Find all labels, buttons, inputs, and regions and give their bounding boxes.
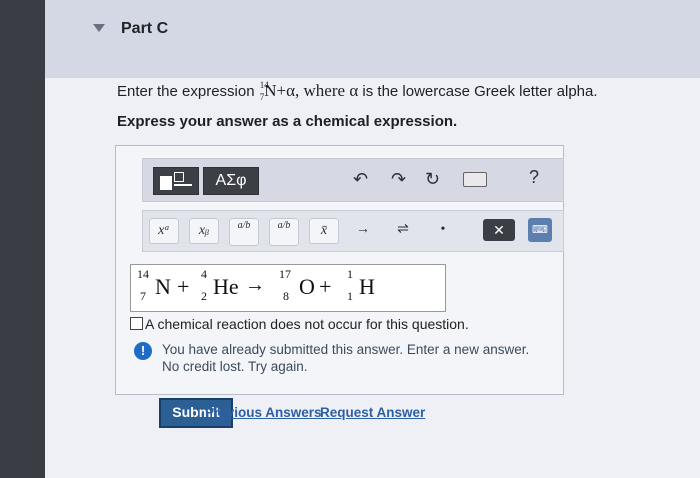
question-suffix: is the lowercase Greek letter alpha. bbox=[358, 83, 598, 100]
question-panel: Part C Enter the expression 147N+α, wher… bbox=[45, 0, 700, 478]
question-text: Enter the expression 147N+α, where α is … bbox=[117, 80, 598, 102]
term3-symbol: O bbox=[299, 274, 315, 299]
nuclide-symbol: N bbox=[264, 81, 277, 100]
collapse-caret-icon[interactable] bbox=[93, 24, 105, 32]
reaction-arrow-button[interactable]: → bbox=[349, 218, 377, 242]
keyboard-toggle-button[interactable]: ⌨ bbox=[528, 218, 552, 242]
term4-number: 1 bbox=[347, 289, 353, 303]
term4-mass: 1 bbox=[347, 267, 353, 281]
info-alert-icon: ! bbox=[134, 342, 152, 360]
templates-button[interactable] bbox=[153, 167, 199, 195]
feedback-message: You have already submitted this answer. … bbox=[162, 341, 542, 375]
answer-input[interactable]: 14 7 N + 4 2 He → 17 8 O + 1 1 H bbox=[130, 264, 446, 312]
part-title: Part C bbox=[121, 20, 169, 37]
plus-2: + bbox=[319, 274, 332, 299]
question-instruction: Express your answer as a chemical expres… bbox=[117, 113, 458, 130]
nuclide-expression: 147N+α, where bbox=[259, 80, 350, 102]
term2-number: 2 bbox=[201, 289, 207, 303]
help-button[interactable]: ? bbox=[529, 167, 539, 188]
part-header[interactable]: Part C bbox=[45, 0, 700, 78]
undo-icon[interactable]: ↶ bbox=[353, 169, 368, 190]
feedback-line-2: No credit lost. Try again. bbox=[162, 359, 308, 374]
redo-icon[interactable]: ↷ bbox=[391, 169, 406, 190]
term4-symbol: H bbox=[359, 274, 375, 299]
greek-letters-button[interactable]: ΑΣφ bbox=[203, 167, 259, 195]
template-superscript-icon bbox=[174, 172, 184, 182]
question-prefix: Enter the expression bbox=[117, 83, 259, 100]
term3-mass: 17 bbox=[279, 267, 291, 281]
template-line-icon bbox=[174, 184, 192, 186]
reset-icon[interactable]: ↻ bbox=[425, 169, 440, 190]
fraction-button[interactable]: a/b bbox=[229, 218, 259, 246]
reaction-arrow: → bbox=[245, 274, 265, 296]
feedback-line-1: You have already submitted this answer. … bbox=[162, 342, 530, 357]
answer-box: ΑΣφ ↶ ↷ ↻ ? xᵃ xᵦ a/b a/b x̄ → ⇌ • ✕ ⌨ 1… bbox=[115, 145, 564, 395]
no-reaction-label: A chemical reaction does not occur for t… bbox=[145, 316, 469, 332]
term1-number: 7 bbox=[140, 289, 146, 303]
term1-mass: 14 bbox=[137, 267, 149, 281]
question-middle: +α, where bbox=[276, 81, 350, 100]
term1-symbol: N bbox=[155, 274, 171, 299]
delete-button[interactable]: ✕ bbox=[483, 219, 515, 241]
no-reaction-option[interactable]: A chemical reaction does not occur for t… bbox=[130, 316, 469, 332]
editor-toolbar-top: ΑΣφ ↶ ↷ ↻ ? bbox=[142, 158, 564, 202]
editor-toolbar-bottom: xᵃ xᵦ a/b a/b x̄ → ⇌ • ✕ ⌨ bbox=[142, 210, 564, 252]
no-reaction-checkbox[interactable] bbox=[130, 317, 143, 330]
plus-1: + bbox=[177, 274, 190, 299]
keyboard-icon[interactable] bbox=[463, 172, 487, 187]
left-edge bbox=[0, 0, 50, 478]
superscript-button[interactable]: xᵃ bbox=[149, 218, 179, 244]
previous-answers-link[interactable]: Previous Answers bbox=[205, 405, 322, 420]
fraction-alt-button[interactable]: a/b bbox=[269, 218, 299, 246]
request-answer-link[interactable]: Request Answer bbox=[320, 405, 425, 420]
term2-symbol: He bbox=[213, 274, 239, 299]
subscript-button[interactable]: xᵦ bbox=[189, 218, 219, 244]
template-square-icon bbox=[160, 176, 172, 190]
dot-button[interactable]: • bbox=[429, 218, 457, 242]
alpha-symbol: α bbox=[349, 81, 359, 100]
term3-number: 8 bbox=[283, 289, 289, 303]
overline-button[interactable]: x̄ bbox=[309, 218, 339, 244]
equilibrium-arrow-button[interactable]: ⇌ bbox=[389, 218, 417, 242]
term2-mass: 4 bbox=[201, 267, 207, 281]
